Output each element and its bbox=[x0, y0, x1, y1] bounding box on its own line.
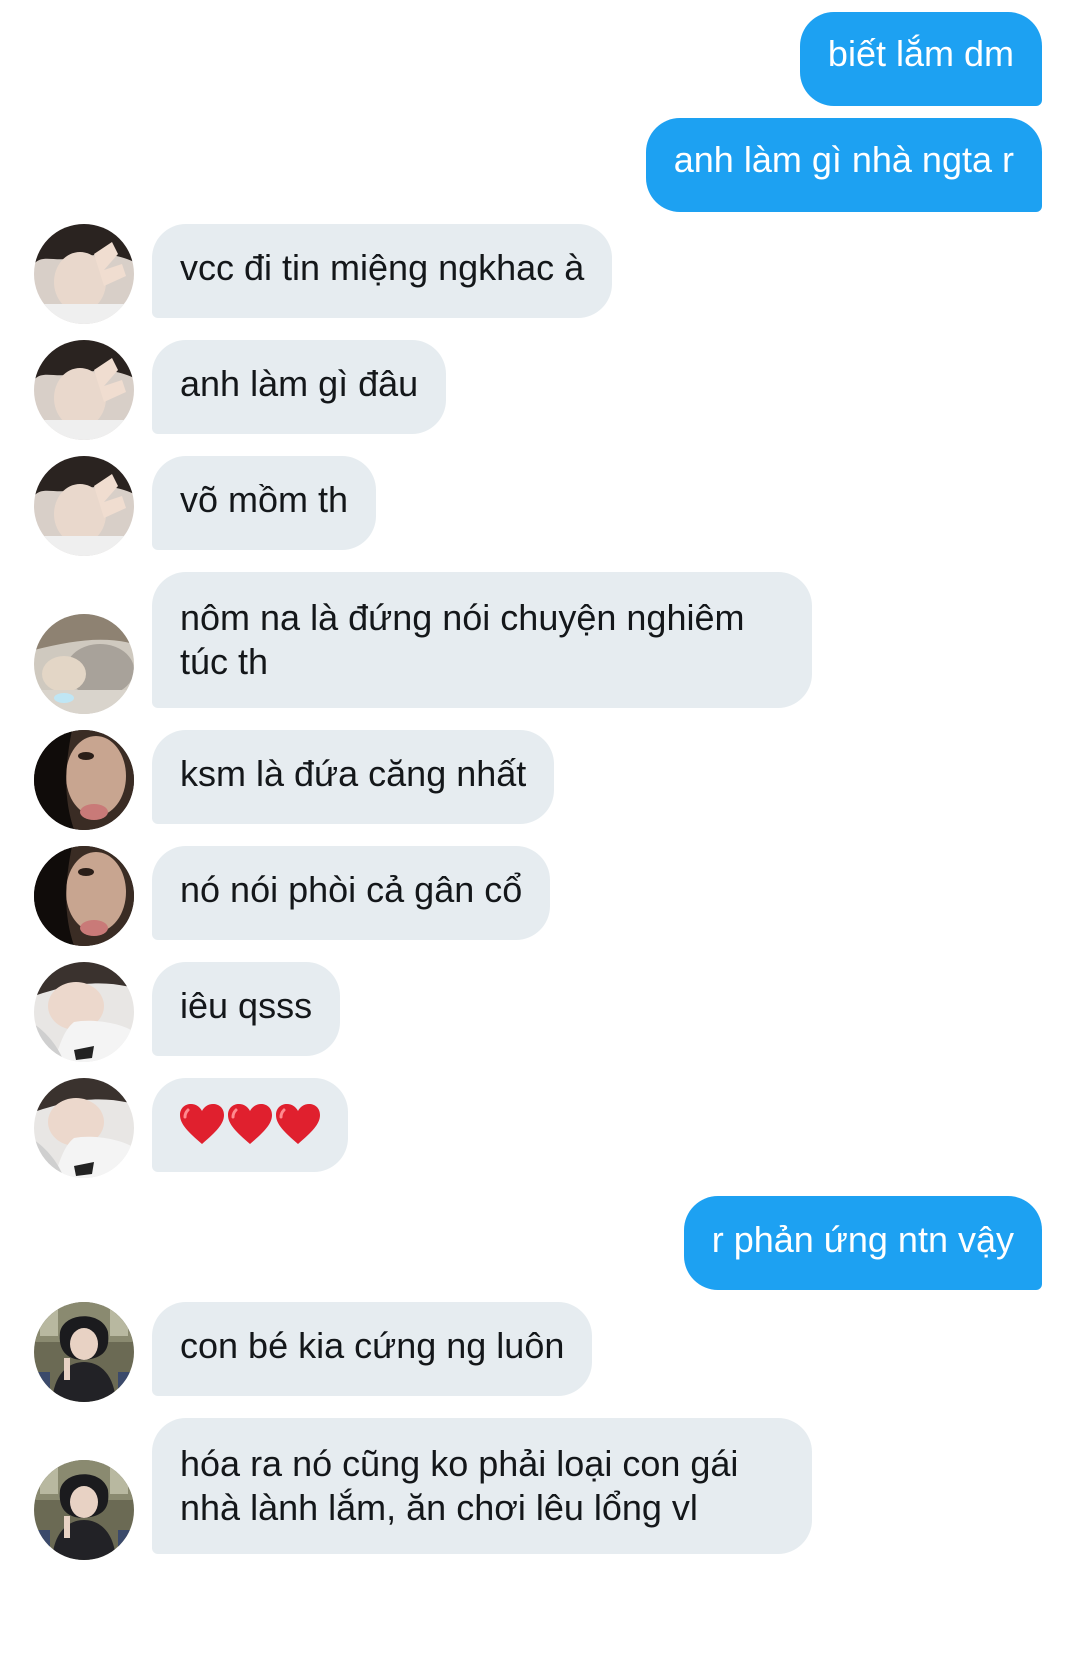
user-avatar[interactable] bbox=[34, 1078, 134, 1178]
incoming-message-bubble[interactable]: võ mồm th bbox=[152, 456, 377, 550]
incoming-message-bubble[interactable] bbox=[152, 1078, 348, 1172]
message-text: r phản ứng ntn vậy bbox=[711, 1219, 1014, 1260]
conversation-thread: biết lắm dm anh làm gì nhà ngta r vcc đi… bbox=[0, 0, 1080, 1668]
message-text: võ mồm th bbox=[180, 479, 349, 520]
user-e-avatar-icon bbox=[34, 1302, 134, 1402]
user-avatar[interactable] bbox=[34, 846, 134, 946]
message-text: anh làm gì đâu bbox=[180, 363, 419, 404]
red-heart-icon bbox=[226, 1102, 274, 1146]
emoji-group bbox=[178, 1102, 322, 1146]
message-text: hóa ra nó cũng ko phải loại con gái nhà … bbox=[180, 1443, 739, 1528]
message-text: biết lắm dm bbox=[827, 33, 1014, 74]
incoming-message-bubble[interactable]: nôm na là đứng nói chuyện nghiêm túc th bbox=[152, 572, 812, 708]
red-heart-icon bbox=[178, 1102, 226, 1146]
user-c-avatar-icon bbox=[34, 846, 134, 946]
message-text: con bé kia cứng ng luôn bbox=[180, 1325, 565, 1366]
message-text: nó nói phòi cả gân cổ bbox=[180, 869, 523, 910]
incoming-message-bubble[interactable]: hóa ra nó cũng ko phải loại con gái nhà … bbox=[152, 1418, 812, 1554]
user-avatar[interactable] bbox=[34, 456, 134, 556]
message-text: iêu qsss bbox=[180, 985, 313, 1026]
outgoing-message-bubble[interactable]: r phản ứng ntn vậy bbox=[683, 1196, 1042, 1290]
message-text: anh làm gì nhà ngta r bbox=[673, 139, 1014, 180]
red-heart-icon bbox=[274, 1102, 322, 1146]
user-b-avatar-icon bbox=[34, 614, 134, 714]
user-avatar[interactable] bbox=[34, 730, 134, 830]
user-a-avatar-icon bbox=[34, 224, 134, 324]
user-avatar[interactable] bbox=[34, 340, 134, 440]
user-a-avatar-icon bbox=[34, 456, 134, 556]
incoming-message-bubble[interactable]: nó nói phòi cả gân cổ bbox=[152, 846, 551, 940]
user-e-avatar-icon bbox=[34, 1460, 134, 1560]
user-avatar[interactable] bbox=[34, 224, 134, 324]
user-avatar[interactable] bbox=[34, 614, 134, 714]
message-text: nôm na là đứng nói chuyện nghiêm túc th bbox=[180, 597, 745, 682]
user-d-avatar-icon bbox=[34, 962, 134, 1062]
user-avatar[interactable] bbox=[34, 1302, 134, 1402]
incoming-message-bubble[interactable]: iêu qsss bbox=[152, 962, 341, 1056]
incoming-message-bubble[interactable]: anh làm gì đâu bbox=[152, 340, 447, 434]
user-a-avatar-icon bbox=[34, 340, 134, 440]
incoming-message-bubble[interactable]: ksm là đứa căng nhất bbox=[152, 730, 555, 824]
message-text: vcc đi tin miệng ngkhac à bbox=[180, 247, 585, 288]
user-c-avatar-icon bbox=[34, 730, 134, 830]
incoming-message-bubble[interactable]: vcc đi tin miệng ngkhac à bbox=[152, 224, 613, 318]
user-d-avatar-icon bbox=[34, 1078, 134, 1178]
outgoing-message-bubble[interactable]: anh làm gì nhà ngta r bbox=[645, 118, 1042, 212]
user-avatar[interactable] bbox=[34, 1460, 134, 1560]
outgoing-message-bubble[interactable]: biết lắm dm bbox=[799, 12, 1042, 106]
incoming-message-bubble[interactable]: con bé kia cứng ng luôn bbox=[152, 1302, 593, 1396]
user-avatar[interactable] bbox=[34, 962, 134, 1062]
message-text: ksm là đứa căng nhất bbox=[180, 753, 527, 794]
